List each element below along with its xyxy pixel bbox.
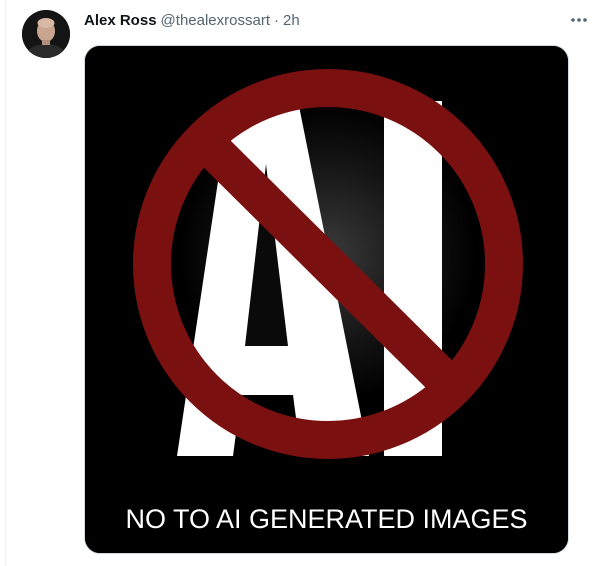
tweet-media-image[interactable]: NO TO AI GENERATED IMAGES (84, 45, 569, 554)
tweet-timestamp[interactable]: 2h (283, 11, 300, 31)
no-ai-graphic (85, 46, 568, 553)
media-caption-text: NO TO AI GENERATED IMAGES (125, 504, 528, 534)
more-horizontal-icon (571, 18, 587, 22)
header-separator: · (274, 12, 279, 29)
timeline-divider (5, 0, 6, 566)
tweet-header: Alex Ross @thealexrossart · 2h (84, 11, 300, 31)
avatar[interactable] (22, 10, 70, 58)
author-handle[interactable]: @thealexrossart (161, 11, 270, 31)
more-options-button[interactable] (566, 9, 592, 31)
tweet-card[interactable]: Alex Ross @thealexrossart · 2h NO TO AI … (0, 0, 596, 566)
author-display-name[interactable]: Alex Ross (84, 11, 157, 31)
profile-photo-icon (22, 10, 70, 58)
